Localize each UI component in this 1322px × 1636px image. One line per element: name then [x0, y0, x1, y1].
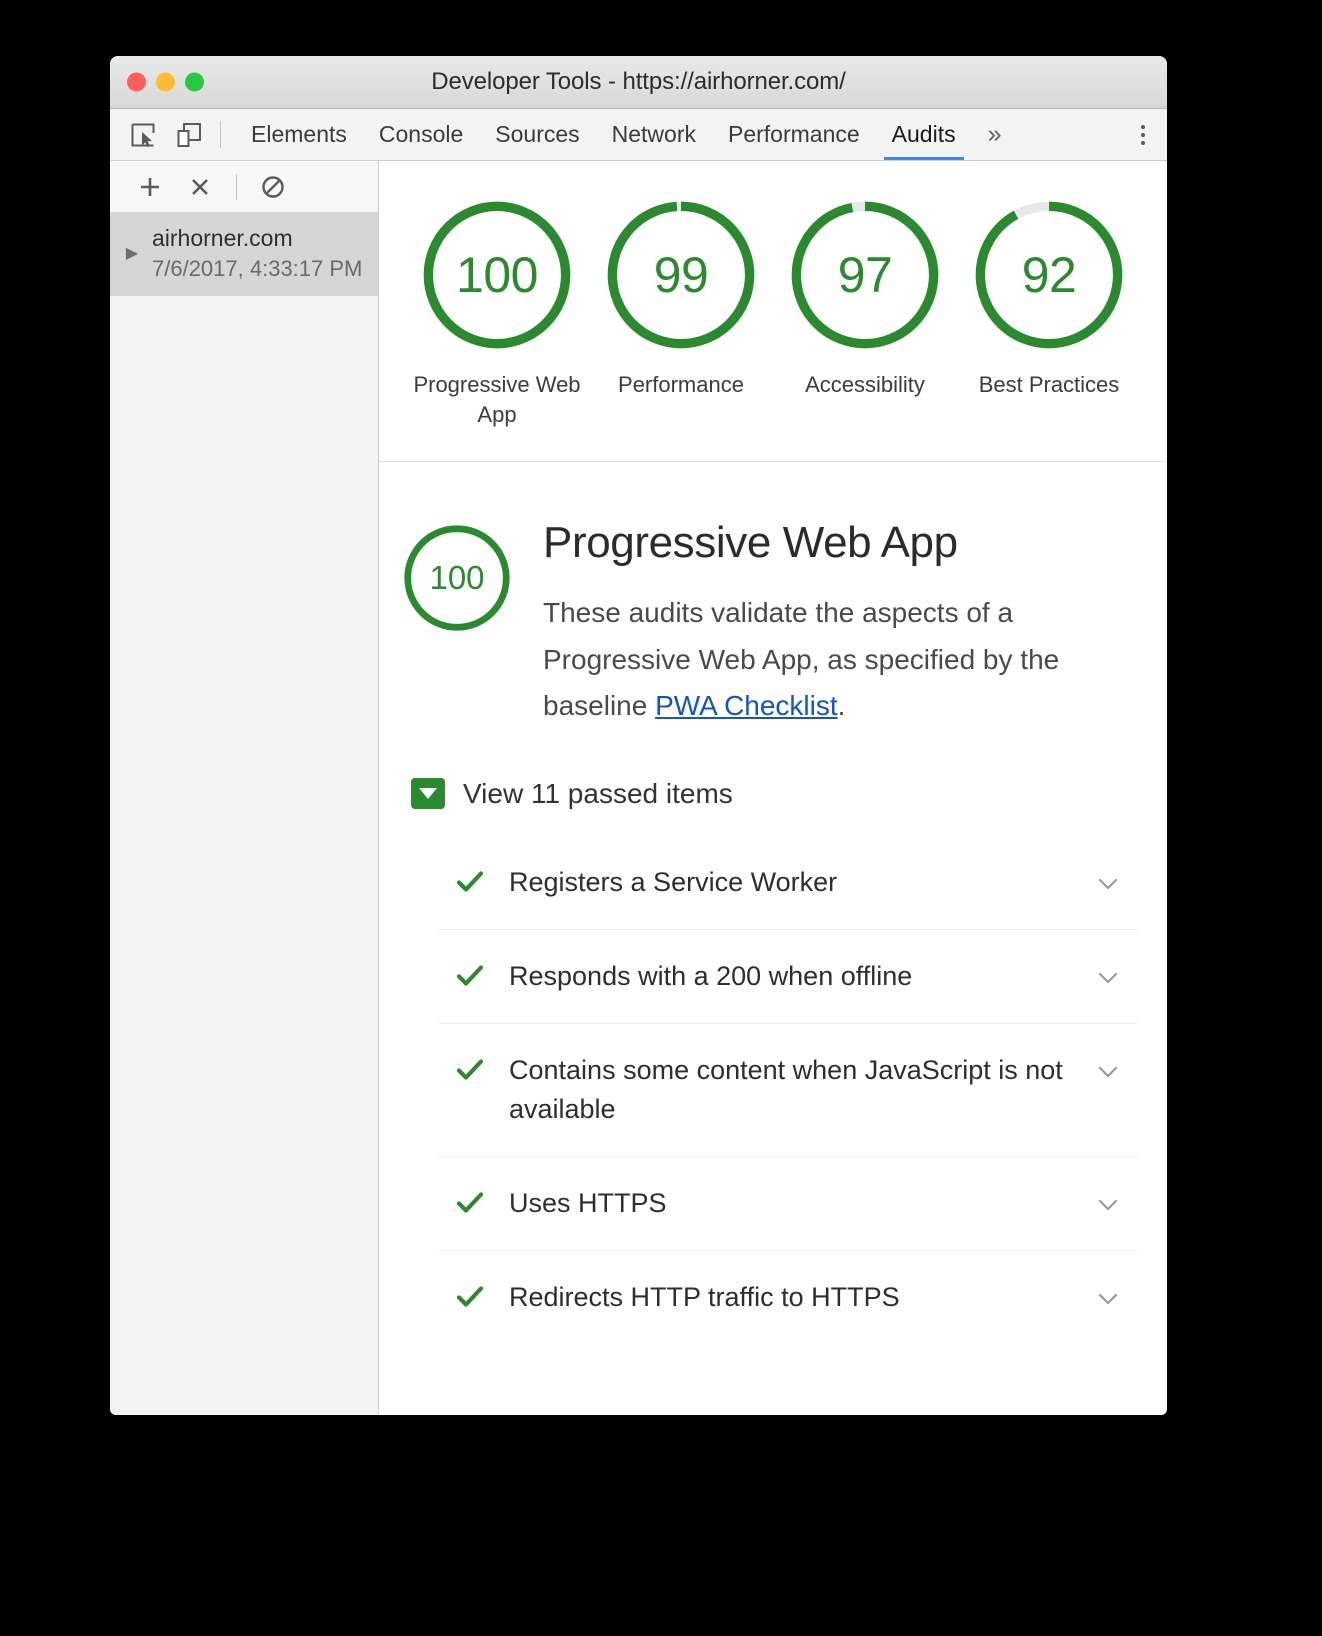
- tab-elements[interactable]: Elements: [235, 109, 363, 160]
- pass-check-icon: [453, 865, 487, 899]
- chevron-down-icon[interactable]: [1091, 961, 1125, 995]
- audits-report-panel: 100 Progressive Web App 99 Performance 9…: [379, 161, 1167, 1415]
- audit-title: Redirects HTTP traffic to HTTPS: [509, 1282, 900, 1313]
- audit-row[interactable]: Registers a Service Worker: [439, 836, 1137, 929]
- score-value-accessibility: 97: [837, 247, 893, 303]
- tabbar-right-group: [1118, 109, 1167, 160]
- passed-audit-list: Registers a Service Worker Responds with…: [401, 836, 1137, 1345]
- close-window-button[interactable]: [127, 72, 146, 92]
- tab-performance-label: Performance: [728, 121, 860, 147]
- category-body: Progressive Web App These audits validat…: [543, 518, 1137, 730]
- devtools-tabs: Elements Console Sources Network Perform…: [221, 109, 1018, 160]
- chevron-down-filled-icon: [411, 778, 445, 810]
- tab-console-label: Console: [378, 121, 464, 147]
- category-description-after: .: [837, 690, 846, 722]
- maximize-window-button[interactable]: [185, 72, 204, 92]
- score-value-performance: 99: [653, 247, 709, 303]
- delete-audit-button[interactable]: [178, 167, 222, 207]
- score-summary-strip: 100 Progressive Web App 99 Performance 9…: [379, 161, 1167, 462]
- score-gauge-best-practices: 92: [971, 197, 1127, 353]
- tab-elements-label: Elements: [251, 121, 347, 147]
- audit-row[interactable]: Uses HTTPS: [439, 1156, 1137, 1250]
- tab-sources[interactable]: Sources: [479, 109, 595, 160]
- chevron-down-icon[interactable]: [1091, 1282, 1125, 1316]
- score-gauge-performance: 99: [603, 197, 759, 353]
- score-label-best-practices: Best Practices: [978, 372, 1120, 397]
- window-controls[interactable]: [127, 72, 204, 92]
- tab-performance[interactable]: Performance: [712, 109, 876, 160]
- score-card-performance[interactable]: 99 Performance: [597, 197, 765, 400]
- score-label-performance: Performance: [618, 372, 744, 397]
- audit-title: Registers a Service Worker: [509, 866, 838, 897]
- view-passed-items-label: View 11 passed items: [463, 777, 733, 809]
- devtools-body: ▶ airhorner.com 7/6/2017, 4:33:17 PM 100…: [110, 161, 1167, 1415]
- score-card-pwa[interactable]: 100 Progressive Web App: [413, 197, 581, 431]
- audit-run-list: ▶ airhorner.com 7/6/2017, 4:33:17 PM: [110, 213, 378, 296]
- minimize-window-button[interactable]: [156, 72, 175, 92]
- score-value-pwa: 100: [456, 247, 538, 303]
- add-audit-button[interactable]: [128, 167, 172, 207]
- tabs-overflow-icon[interactable]: »: [972, 109, 1018, 160]
- pass-check-icon: [453, 1280, 487, 1314]
- chevron-down-icon[interactable]: [1091, 1055, 1125, 1089]
- pass-check-icon: [453, 1186, 487, 1220]
- window-titlebar: Developer Tools - https://airhorner.com/: [110, 56, 1167, 109]
- category-description: These audits validate the aspects of a P…: [543, 590, 1137, 729]
- audit-row[interactable]: Responds with a 200 when offline: [439, 928, 1137, 1023]
- devtools-window: Developer Tools - https://airhorner.com/: [110, 56, 1167, 1415]
- pwa-checklist-link[interactable]: PWA Checklist: [655, 690, 838, 721]
- score-value-best-practices: 92: [1021, 247, 1077, 303]
- pass-check-icon: [453, 1053, 487, 1087]
- audit-row[interactable]: Redirects HTTP traffic to HTTPS: [439, 1250, 1137, 1344]
- audit-run-text: airhorner.com 7/6/2017, 4:33:17 PM: [152, 223, 362, 284]
- device-toolbar-icon[interactable]: [172, 118, 206, 152]
- audits-sidebar: ▶ airhorner.com 7/6/2017, 4:33:17 PM: [110, 161, 379, 1415]
- expand-caret-icon[interactable]: ▶: [122, 243, 142, 263]
- category-score-gauge: 100: [401, 522, 513, 634]
- score-label-accessibility: Accessibility: [805, 372, 925, 397]
- audit-title: Uses HTTPS: [509, 1188, 667, 1219]
- inspect-element-icon[interactable]: [126, 118, 160, 152]
- tab-audits[interactable]: Audits: [876, 109, 972, 160]
- score-gauge-pwa: 100: [419, 197, 575, 353]
- view-passed-items-toggle[interactable]: View 11 passed items: [411, 778, 1137, 810]
- score-gauge-accessibility: 97: [787, 197, 943, 353]
- category-detail: 100 Progressive Web App These audits val…: [379, 462, 1167, 1415]
- window-title: Developer Tools - https://airhorner.com/: [431, 68, 846, 95]
- score-card-best-practices[interactable]: 92 Best Practices: [965, 197, 1133, 400]
- tab-sources-label: Sources: [495, 121, 580, 147]
- audits-sidebar-toolbar: [110, 161, 378, 213]
- audit-run-item[interactable]: ▶ airhorner.com 7/6/2017, 4:33:17 PM: [110, 213, 378, 296]
- devtools-tabbar: Elements Console Sources Network Perform…: [110, 109, 1167, 161]
- audit-title: Contains some content when JavaScript is…: [509, 1055, 1063, 1125]
- devtools-tool-icons: [126, 109, 220, 160]
- screenshot-root: Developer Tools - https://airhorner.com/: [0, 0, 1322, 1636]
- tab-network-label: Network: [611, 121, 696, 147]
- score-card-accessibility[interactable]: 97 Accessibility: [781, 197, 949, 400]
- audit-run-timestamp: 7/6/2017, 4:33:17 PM: [152, 256, 363, 282]
- category-header: 100 Progressive Web App These audits val…: [401, 518, 1137, 730]
- audit-title: Responds with a 200 when offline: [509, 960, 913, 991]
- category-score-value: 100: [429, 558, 485, 596]
- score-label-pwa: Progressive Web App: [413, 372, 581, 428]
- audit-run-host: airhorner.com: [152, 225, 293, 251]
- category-title: Progressive Web App: [543, 517, 958, 567]
- chevron-down-icon[interactable]: [1091, 867, 1125, 901]
- kebab-menu-icon[interactable]: [1119, 124, 1167, 145]
- tab-audits-label: Audits: [891, 121, 956, 147]
- audit-row[interactable]: Contains some content when JavaScript is…: [439, 1023, 1137, 1156]
- sidebar-toolbar-divider: [236, 173, 237, 200]
- tab-console[interactable]: Console: [363, 109, 479, 160]
- tab-network[interactable]: Network: [596, 109, 712, 160]
- chevron-down-icon[interactable]: [1091, 1188, 1125, 1222]
- clear-all-button[interactable]: [251, 167, 295, 207]
- pass-check-icon: [453, 959, 487, 993]
